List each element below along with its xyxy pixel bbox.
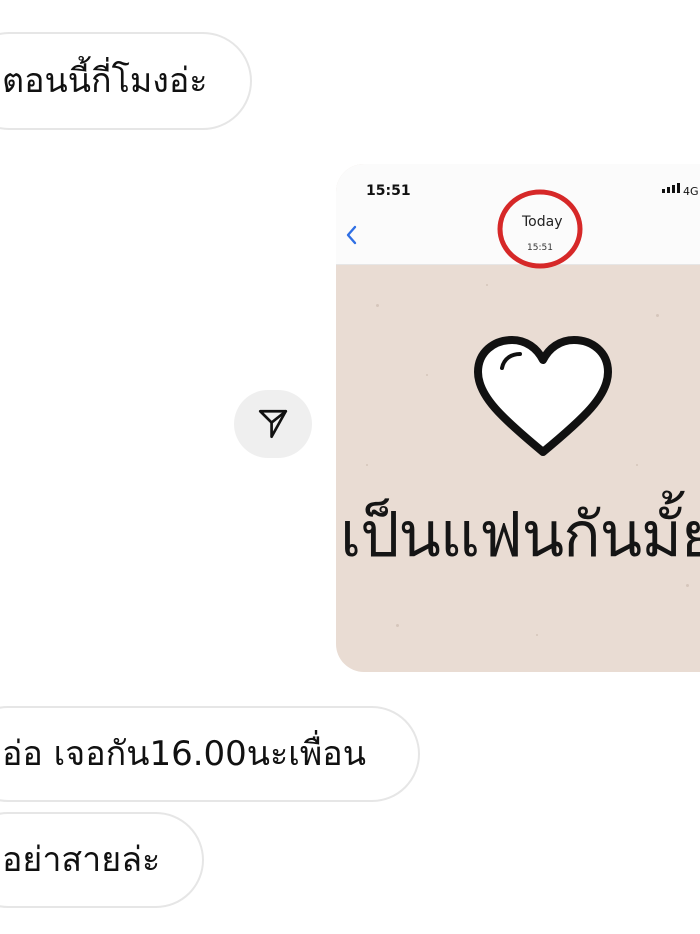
paper-plane-icon [258, 409, 288, 439]
message-bubble-meetup[interactable]: อ่อ เจอกัน16.00นะเพื่อน [0, 706, 420, 802]
message-text: อย่าสายล่ะ [2, 840, 161, 880]
signal-icon [662, 183, 680, 193]
status-time: 15:51 [366, 183, 411, 199]
network-label: 4G [683, 185, 699, 198]
highlight-circle [497, 189, 583, 269]
image-caption: เป็นแฟนกันมั้ย [340, 498, 700, 571]
shared-image[interactable]: 15:51 4G Today 15:51 เป็นแฟนกันมั้ย [336, 164, 700, 672]
message-bubble-question[interactable]: ตอนนี้กี่โมงอ่ะ [0, 32, 252, 130]
message-text: อ่อ เจอกัน16.00นะเพื่อน [2, 734, 366, 774]
heart-icon [474, 336, 612, 456]
message-bubble-reminder[interactable]: อย่าสายล่ะ [0, 812, 204, 908]
chat-thread: ตอนนี้กี่โมงอ่ะ 15:51 4G Today 15:51 เป็… [0, 0, 700, 934]
chevron-left-icon [346, 225, 357, 245]
screenshot-header: 15:51 4G Today 15:51 [336, 164, 700, 269]
message-text: ตอนนี้กี่โมงอ่ะ [2, 61, 208, 101]
share-button[interactable] [234, 390, 312, 458]
